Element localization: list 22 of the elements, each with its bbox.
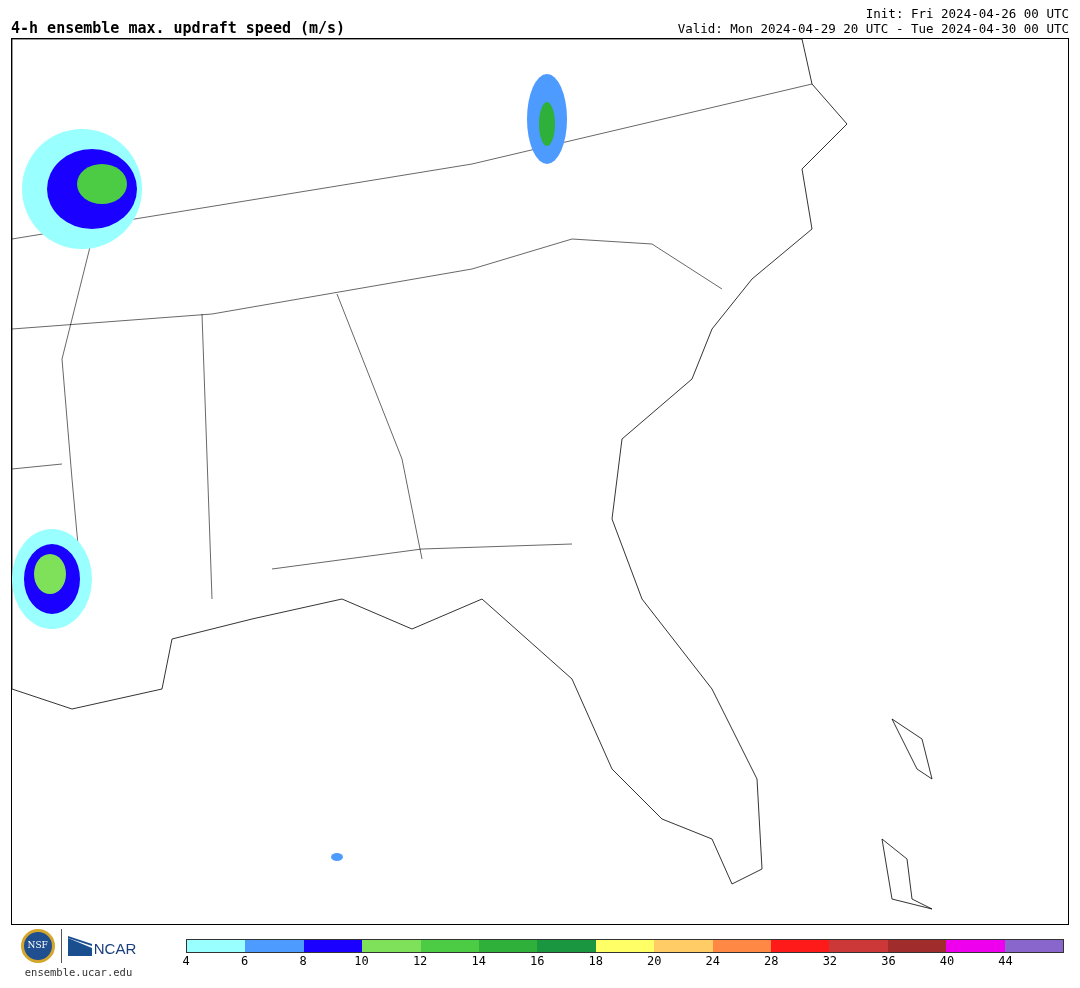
colorbar-tick-label: 28 (764, 955, 779, 967)
colorbar-tick-label: 20 (647, 955, 662, 967)
colorbar-tick-label: 14 (471, 955, 486, 967)
ncar-logo-text: NCAR (93, 941, 137, 956)
colorbar-tick-label: 6 (240, 955, 249, 967)
colorbar-tick-label: 40 (939, 955, 955, 967)
colorbar-tick-label: 8 (299, 955, 307, 967)
colorbar-tick-label: 44 (998, 955, 1013, 967)
colorbar-tick-label: 32 (822, 955, 838, 967)
plot-title: 4-h ensemble max. updraft speed (m/s) (11, 21, 346, 36)
colorbar-tick-label: 36 (881, 955, 896, 967)
colorbar-tick-label: 12 (412, 955, 428, 967)
ncar-logo-icon (67, 936, 92, 956)
colorbar-tick-label: 18 (588, 955, 603, 967)
colorbar-tick-label: 4 (182, 955, 190, 967)
seal-logo: NSF (20, 929, 55, 963)
colorbar-tick-label: 10 (354, 955, 369, 967)
init-time: Init: Fri 2024-04-26 00 UTC (865, 6, 1069, 21)
colorbar-tick-label: 16 (529, 955, 545, 967)
site-url: ensemble.ucar.edu (24, 965, 133, 980)
colorbar-tick-label: 24 (705, 955, 720, 967)
valid-time: Valid: Mon 2024-04-29 20 UTC - Tue 2024-04-30 00 UTC (677, 21, 1069, 36)
